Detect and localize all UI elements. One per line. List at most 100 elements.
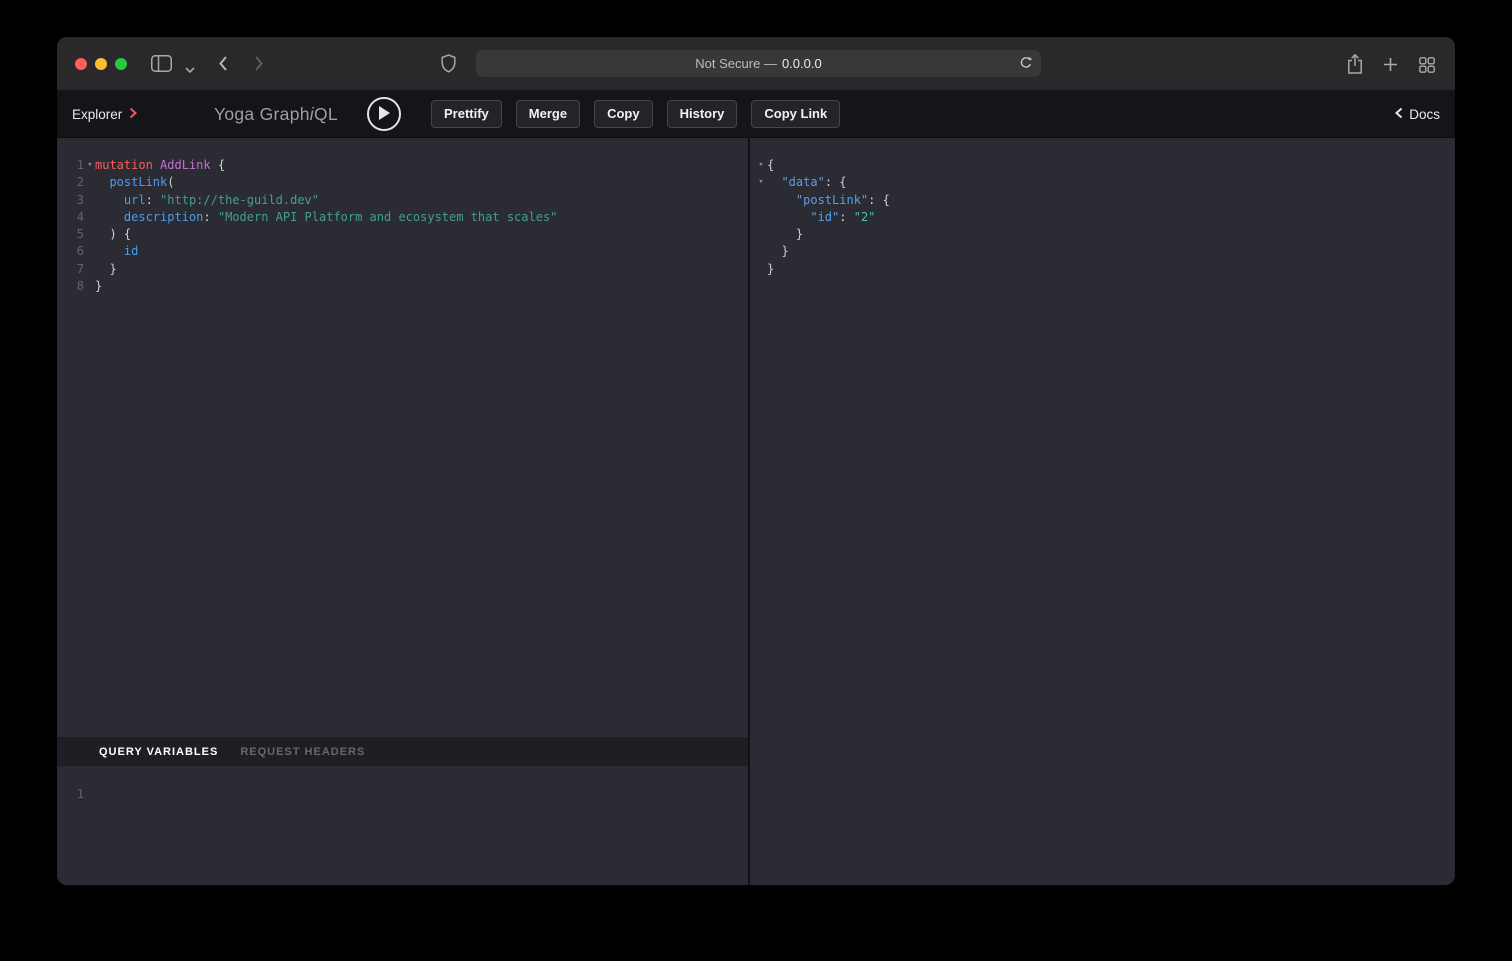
code-text: postLink( <box>95 174 174 191</box>
share-button[interactable] <box>1346 53 1364 78</box>
code-line: 3 url: "http://the-guild.dev" <box>57 192 748 209</box>
code-line: 4 description: "Modern API Platform and … <box>57 209 748 226</box>
fold-marker-icon[interactable]: ▾ <box>755 174 767 191</box>
chevron-down-icon <box>185 61 195 76</box>
browser-chrome: Not Secure — 0.0.0.0 <box>57 37 1455 90</box>
plus-icon <box>1383 57 1398 75</box>
title-post: QL <box>314 104 338 125</box>
fold-marker-icon[interactable]: ▾ <box>755 157 767 174</box>
explorer-toggle[interactable]: Explorer <box>72 90 137 138</box>
fold-spacer <box>755 261 767 278</box>
line-number: 8 <box>65 278 84 295</box>
privacy-report-button[interactable] <box>441 54 456 76</box>
shield-icon <box>441 54 456 76</box>
code-line: 1 <box>57 786 748 803</box>
copy-button[interactable]: Copy <box>594 100 653 128</box>
code-text: "postLink": { <box>767 192 890 209</box>
code-text: id <box>95 243 138 260</box>
fold-spacer <box>755 209 767 226</box>
graphiql-toolbar: Explorer Yoga GraphiQL Prettify Merge Co… <box>57 90 1455 138</box>
code-text: url: "http://the-guild.dev" <box>95 192 319 209</box>
code-line: 1▾mutation AddLink { <box>57 157 748 174</box>
fold-spacer <box>755 226 767 243</box>
line-number: 1 <box>65 157 84 174</box>
sidebar-toggle-button[interactable] <box>151 55 172 75</box>
zoom-window-button[interactable] <box>115 58 127 70</box>
app-title: Yoga GraphiQL <box>214 90 338 138</box>
line-number: 7 <box>65 261 84 278</box>
line-number: 4 <box>65 209 84 226</box>
code-text: } <box>767 226 803 243</box>
fold-spacer <box>755 192 767 209</box>
chevron-right-icon <box>129 107 137 122</box>
line-number: 1 <box>65 786 84 803</box>
title-pre: Yoga Graph <box>214 104 310 125</box>
code-line: 6 id <box>57 243 748 260</box>
code-line: } <box>750 226 1455 243</box>
reload-button[interactable] <box>1019 56 1033 73</box>
docs-label: Docs <box>1409 107 1440 122</box>
secondary-editor-tabs: QUERY VARIABLES REQUEST HEADERS <box>57 737 748 766</box>
graphiql-content: 1▾mutation AddLink {2 postLink(3 url: "h… <box>57 138 1455 885</box>
code-text: } <box>767 261 774 278</box>
sidebar-icon <box>151 55 172 75</box>
security-label: Not Secure — <box>695 56 777 71</box>
fold-spacer <box>755 243 767 260</box>
close-window-button[interactable] <box>75 58 87 70</box>
code-text: mutation AddLink { <box>95 157 225 174</box>
code-text: description: "Modern API Platform and ec… <box>95 209 557 226</box>
explorer-label: Explorer <box>72 107 122 122</box>
back-button[interactable] <box>218 55 229 75</box>
share-icon <box>1346 53 1364 78</box>
code-line: 2 postLink( <box>57 174 748 191</box>
code-text: "data": { <box>767 174 847 191</box>
code-line: ▾{ <box>750 157 1455 174</box>
grid-icon <box>1419 57 1435 76</box>
code-line: ▾ "data": { <box>750 174 1455 191</box>
code-line: "postLink": { <box>750 192 1455 209</box>
minimize-window-button[interactable] <box>95 58 107 70</box>
reload-icon <box>1019 56 1033 73</box>
code-text: ) { <box>95 226 131 243</box>
chevron-left-icon <box>218 55 229 75</box>
forward-button[interactable] <box>253 55 264 75</box>
fold-spacer <box>85 261 95 278</box>
merge-button[interactable]: Merge <box>516 100 580 128</box>
chevron-left-icon <box>1395 107 1403 122</box>
tab-group-dropdown-button[interactable] <box>185 61 195 76</box>
code-line: } <box>750 261 1455 278</box>
new-tab-button[interactable] <box>1383 57 1398 75</box>
variables-editor[interactable]: 1 <box>57 766 748 885</box>
prettify-button[interactable]: Prettify <box>431 100 502 128</box>
query-pane: 1▾mutation AddLink {2 postLink(3 url: "h… <box>57 138 748 885</box>
code-text: { <box>767 157 774 174</box>
code-text: } <box>95 261 117 278</box>
execute-query-button[interactable] <box>367 97 401 131</box>
code-line: 8} <box>57 278 748 295</box>
line-number: 6 <box>65 243 84 260</box>
code-line: 5 ) { <box>57 226 748 243</box>
fold-spacer <box>85 226 95 243</box>
fold-marker-icon[interactable]: ▾ <box>85 157 95 174</box>
address-bar[interactable]: Not Secure — 0.0.0.0 <box>476 50 1041 77</box>
tab-query-variables[interactable]: QUERY VARIABLES <box>99 746 218 758</box>
play-icon <box>377 105 391 124</box>
fold-spacer <box>85 209 95 226</box>
code-text: } <box>95 278 102 295</box>
tab-request-headers[interactable]: REQUEST HEADERS <box>240 746 365 758</box>
tab-overview-button[interactable] <box>1419 57 1435 76</box>
response-viewer: ▾{▾ "data": { "postLink": { "id": "2" } … <box>750 138 1455 885</box>
fold-spacer <box>85 786 95 803</box>
query-editor[interactable]: 1▾mutation AddLink {2 postLink(3 url: "h… <box>57 138 748 737</box>
docs-toggle[interactable]: Docs <box>1395 90 1440 138</box>
code-line: "id": "2" <box>750 209 1455 226</box>
screen: Not Secure — 0.0.0.0 <box>0 0 1512 961</box>
code-line: 7 } <box>57 261 748 278</box>
fold-spacer <box>85 192 95 209</box>
toolbar-buttons: Prettify Merge Copy History Copy Link <box>431 90 840 138</box>
url-text: 0.0.0.0 <box>782 56 822 71</box>
copy-link-button[interactable]: Copy Link <box>751 100 840 128</box>
fold-spacer <box>85 174 95 191</box>
code-text: } <box>767 243 789 260</box>
history-button[interactable]: History <box>667 100 738 128</box>
